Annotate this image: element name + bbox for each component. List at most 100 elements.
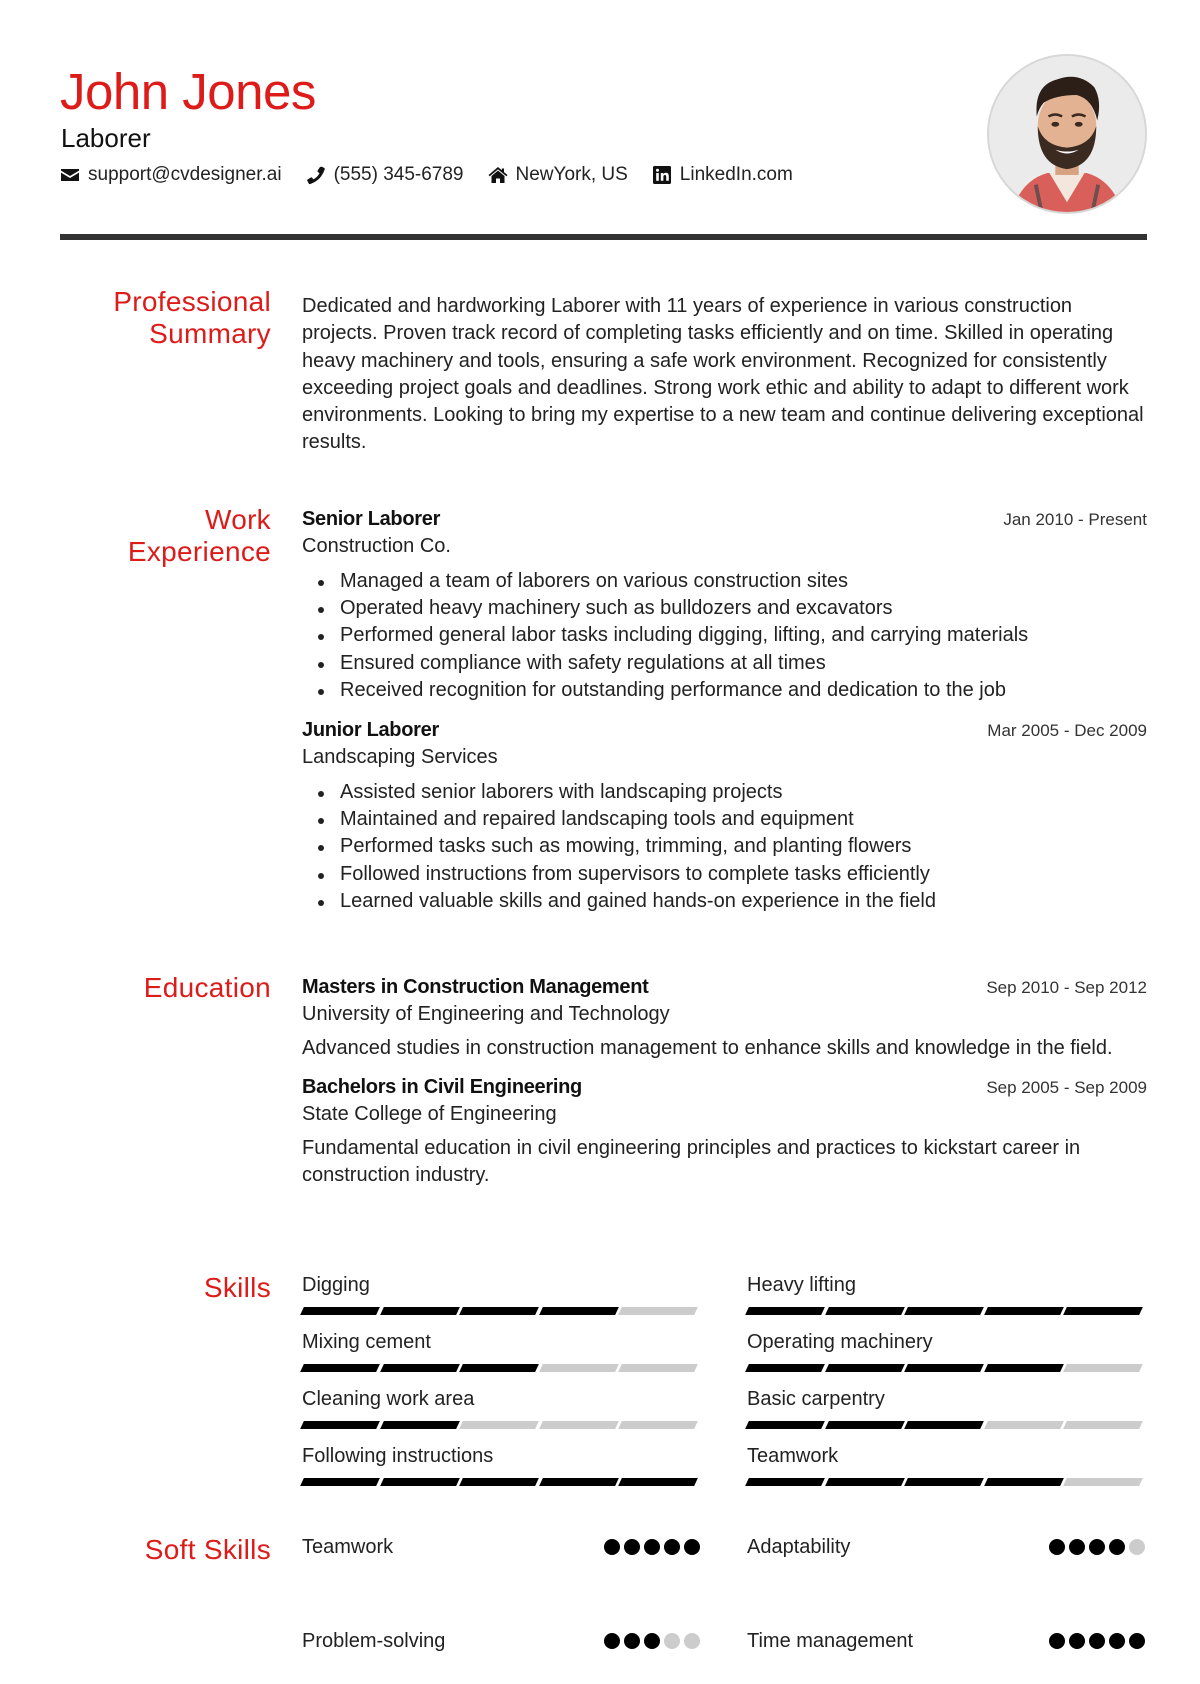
job-company: Construction Co.	[302, 535, 451, 557]
skill-item: Heavy lifting	[745, 1272, 1145, 1315]
skill-segment-empty	[618, 1421, 698, 1429]
skill-segment-filled	[538, 1478, 619, 1486]
job-bullet: Maintained and repaired landscaping tool…	[302, 806, 1147, 833]
skill-segment-empty	[983, 1421, 1064, 1429]
contact-phone[interactable]: (555) 345-6789	[306, 164, 464, 186]
skill-segment-filled	[904, 1421, 984, 1429]
soft-skill-item: Adaptability	[747, 1534, 1145, 1560]
rating-dot-empty	[1129, 1539, 1145, 1555]
skill-level-bar	[300, 1364, 700, 1372]
soft-skill-rating	[1045, 1633, 1145, 1649]
rating-dot-filled	[1129, 1633, 1145, 1649]
skill-segment-filled	[300, 1364, 380, 1372]
summary-text: Dedicated and hardworking Laborer with 1…	[302, 295, 1144, 454]
rating-dot-filled	[604, 1539, 620, 1555]
skill-segment-filled	[745, 1478, 825, 1486]
job-bullet: Followed instructions from supervisors t…	[302, 861, 1147, 888]
skill-segment-filled	[904, 1364, 984, 1372]
skill-segment-filled	[538, 1307, 619, 1315]
rating-dot-filled	[644, 1539, 660, 1555]
rating-dot-filled	[1049, 1633, 1065, 1649]
skill-name: Basic carpentry	[747, 1388, 885, 1410]
soft-skill-name: Adaptability	[747, 1536, 851, 1558]
envelope-icon	[60, 165, 80, 185]
soft-skill-rating	[600, 1539, 700, 1555]
skill-name: Operating machinery	[747, 1331, 933, 1353]
soft-skill-name: Problem-solving	[302, 1630, 446, 1652]
experience-heading-line2: Experience	[127, 536, 271, 567]
job-title: Senior Laborer	[302, 508, 441, 530]
job-bullet: Learned valuable skills and gained hands…	[302, 888, 1147, 915]
skill-segment-filled	[745, 1307, 825, 1315]
skills-grid: Digging Heavy lifting Mixing cement Operati…	[300, 1272, 1147, 1502]
linkedin-icon	[652, 165, 672, 185]
contact-email[interactable]: support@cvdesigner.ai	[60, 164, 282, 186]
skill-level-bar	[745, 1364, 1145, 1372]
education-entry: Bachelors in Civil Engineering Sep 2005 …	[302, 1074, 1147, 1189]
skill-item: Teamwork	[745, 1443, 1145, 1486]
skill-level-bar	[745, 1307, 1145, 1315]
skill-level-bar	[745, 1421, 1145, 1429]
soft-skill-item: Teamwork	[302, 1534, 700, 1560]
skill-name: Following instructions	[302, 1445, 494, 1467]
skill-segment-filled	[379, 1478, 460, 1486]
rating-dot-filled	[664, 1539, 680, 1555]
job-entry: Junior Laborer Mar 2005 - Dec 2009 Lands…	[302, 717, 1147, 915]
summary-heading-line2: Summary	[149, 318, 271, 349]
job-bullet: Assisted senior laborers with landscapin…	[302, 779, 1147, 806]
job-entry: Senior Laborer Jan 2010 - Present Constr…	[302, 506, 1147, 704]
skill-segment-empty	[1063, 1421, 1143, 1429]
skill-segment-filled	[983, 1478, 1064, 1486]
skill-name: Mixing cement	[302, 1331, 431, 1353]
contact-list: support@cvdesigner.ai (555) 345-6789 New…	[60, 164, 817, 186]
education-entry: Masters in Construction Management Sep 2…	[302, 974, 1147, 1062]
education-description: Advanced studies in construction managem…	[302, 1037, 1113, 1059]
skill-name: Digging	[302, 1274, 370, 1296]
soft-skills-grid: Teamwork Adaptability Problem-solving Time …	[302, 1534, 1147, 1674]
skill-segment-empty	[1063, 1364, 1143, 1372]
soft-skill-rating	[600, 1633, 700, 1649]
rating-dot-filled	[644, 1633, 660, 1649]
candidate-name: John Jones	[60, 63, 316, 120]
contact-linkedin[interactable]: LinkedIn.com	[652, 164, 793, 186]
skill-item: Operating machinery	[745, 1329, 1145, 1372]
skill-segment-filled	[824, 1478, 905, 1486]
rating-dot-empty	[664, 1633, 680, 1649]
job-bullets: Managed a team of laborers on various co…	[302, 568, 1147, 704]
rating-dot-filled	[604, 1633, 620, 1649]
skill-segment-filled	[983, 1364, 1064, 1372]
skill-segment-filled	[300, 1478, 380, 1486]
skill-segment-filled	[824, 1421, 905, 1429]
job-bullet: Performed tasks such as mowing, trimming…	[302, 833, 1147, 860]
skill-segment-empty	[459, 1421, 539, 1429]
rating-dot-filled	[1049, 1539, 1065, 1555]
job-dates: Mar 2005 - Dec 2009	[987, 721, 1147, 741]
skill-segment-filled	[1063, 1307, 1143, 1315]
skill-level-bar	[300, 1421, 700, 1429]
soft-skills-heading: Soft Skills	[144, 1534, 271, 1565]
job-dates: Jan 2010 - Present	[1003, 510, 1147, 529]
skill-segment-filled	[379, 1307, 460, 1315]
rating-dot-filled	[624, 1633, 640, 1649]
skill-name: Teamwork	[747, 1445, 839, 1467]
education-dates: Sep 2005 - Sep 2009	[986, 1078, 1147, 1097]
soft-skill-item: Time management	[747, 1628, 1145, 1654]
skill-segment-filled	[379, 1364, 460, 1372]
education-heading: Education	[143, 972, 271, 1003]
profile-photo	[987, 54, 1147, 214]
rating-dot-empty	[684, 1633, 700, 1649]
job-bullet: Managed a team of laborers on various co…	[302, 568, 1147, 595]
home-icon	[488, 165, 508, 185]
section-skills: Skills Digging Heavy lifting Mixing cement…	[60, 1272, 1147, 1502]
rating-dot-filled	[1089, 1633, 1105, 1649]
rating-dot-filled	[1109, 1633, 1125, 1649]
skills-heading: Skills	[203, 1272, 271, 1303]
skill-segment-filled	[459, 1478, 539, 1486]
resume-header: John Jones Laborer support@cvdesigner.ai…	[60, 54, 1147, 242]
experience-heading-line1: Work	[204, 504, 271, 535]
rating-dot-filled	[624, 1539, 640, 1555]
skill-item: Cleaning work area	[300, 1386, 700, 1429]
skill-segment-filled	[459, 1364, 539, 1372]
job-company: Landscaping Services	[302, 746, 498, 769]
skill-name: Cleaning work area	[302, 1388, 475, 1410]
